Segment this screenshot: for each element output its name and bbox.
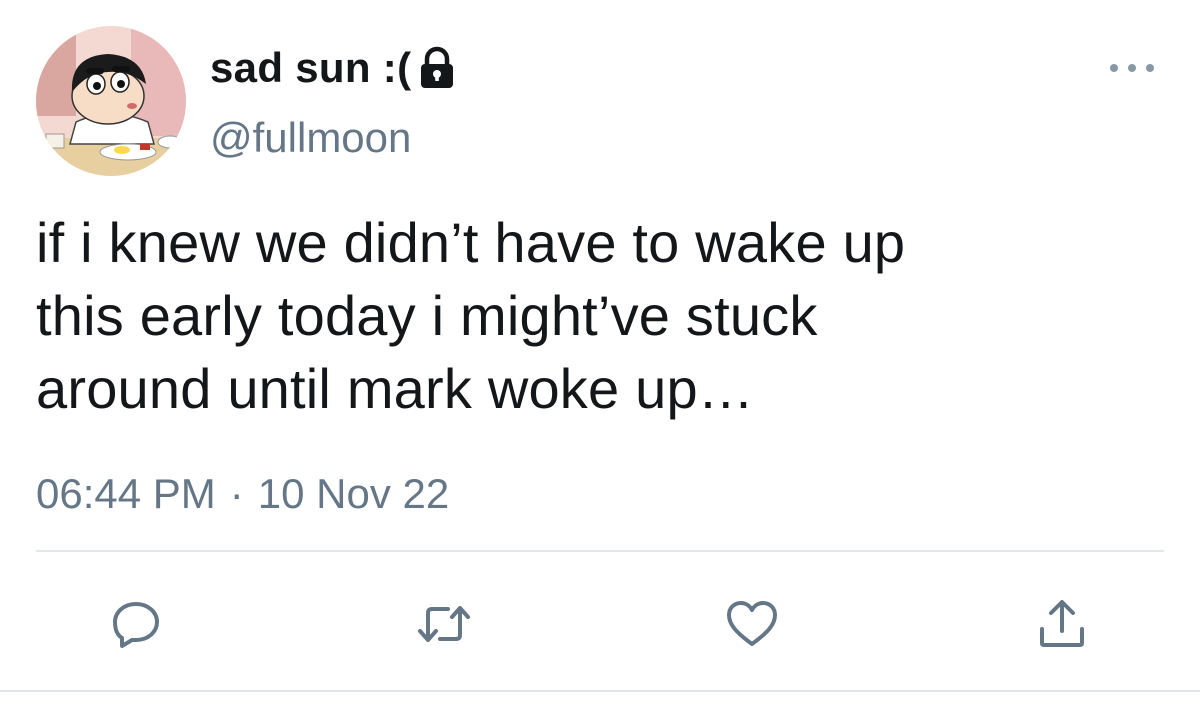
- display-name-row: sad sun :(: [210, 40, 457, 96]
- divider: [36, 550, 1164, 552]
- tweet-date: 10 Nov 22: [257, 470, 450, 517]
- more-dot-icon: [1146, 64, 1154, 72]
- heart-icon: [727, 601, 777, 646]
- timestamp[interactable]: 06:44 PM · 10 Nov 22: [36, 470, 449, 518]
- tweet-card: sad sun :( @fullmoon if i knew we didn’t…: [0, 0, 1200, 710]
- lock-icon: [417, 46, 457, 90]
- avatar[interactable]: [36, 26, 186, 176]
- bottom-divider: [0, 690, 1200, 692]
- reply-icon: [113, 602, 159, 648]
- avatar-image: [36, 26, 186, 176]
- user-handle[interactable]: @fullmoon: [210, 114, 411, 162]
- like-button[interactable]: [724, 596, 780, 652]
- reply-button[interactable]: [108, 596, 164, 652]
- more-dot-icon: [1128, 64, 1136, 72]
- tweet-time: 06:44 PM: [36, 470, 216, 517]
- timestamp-separator: ·: [229, 470, 244, 517]
- share-icon: [1040, 600, 1084, 647]
- retweet-icon: [418, 606, 470, 642]
- tweet-text: if i knew we didn’t have to wake up this…: [36, 211, 906, 420]
- display-name[interactable]: sad sun :(: [210, 44, 411, 92]
- retweet-button[interactable]: [416, 596, 472, 652]
- more-dot-icon: [1110, 64, 1118, 72]
- share-button[interactable]: [1034, 596, 1090, 652]
- more-options-button[interactable]: [1110, 56, 1154, 80]
